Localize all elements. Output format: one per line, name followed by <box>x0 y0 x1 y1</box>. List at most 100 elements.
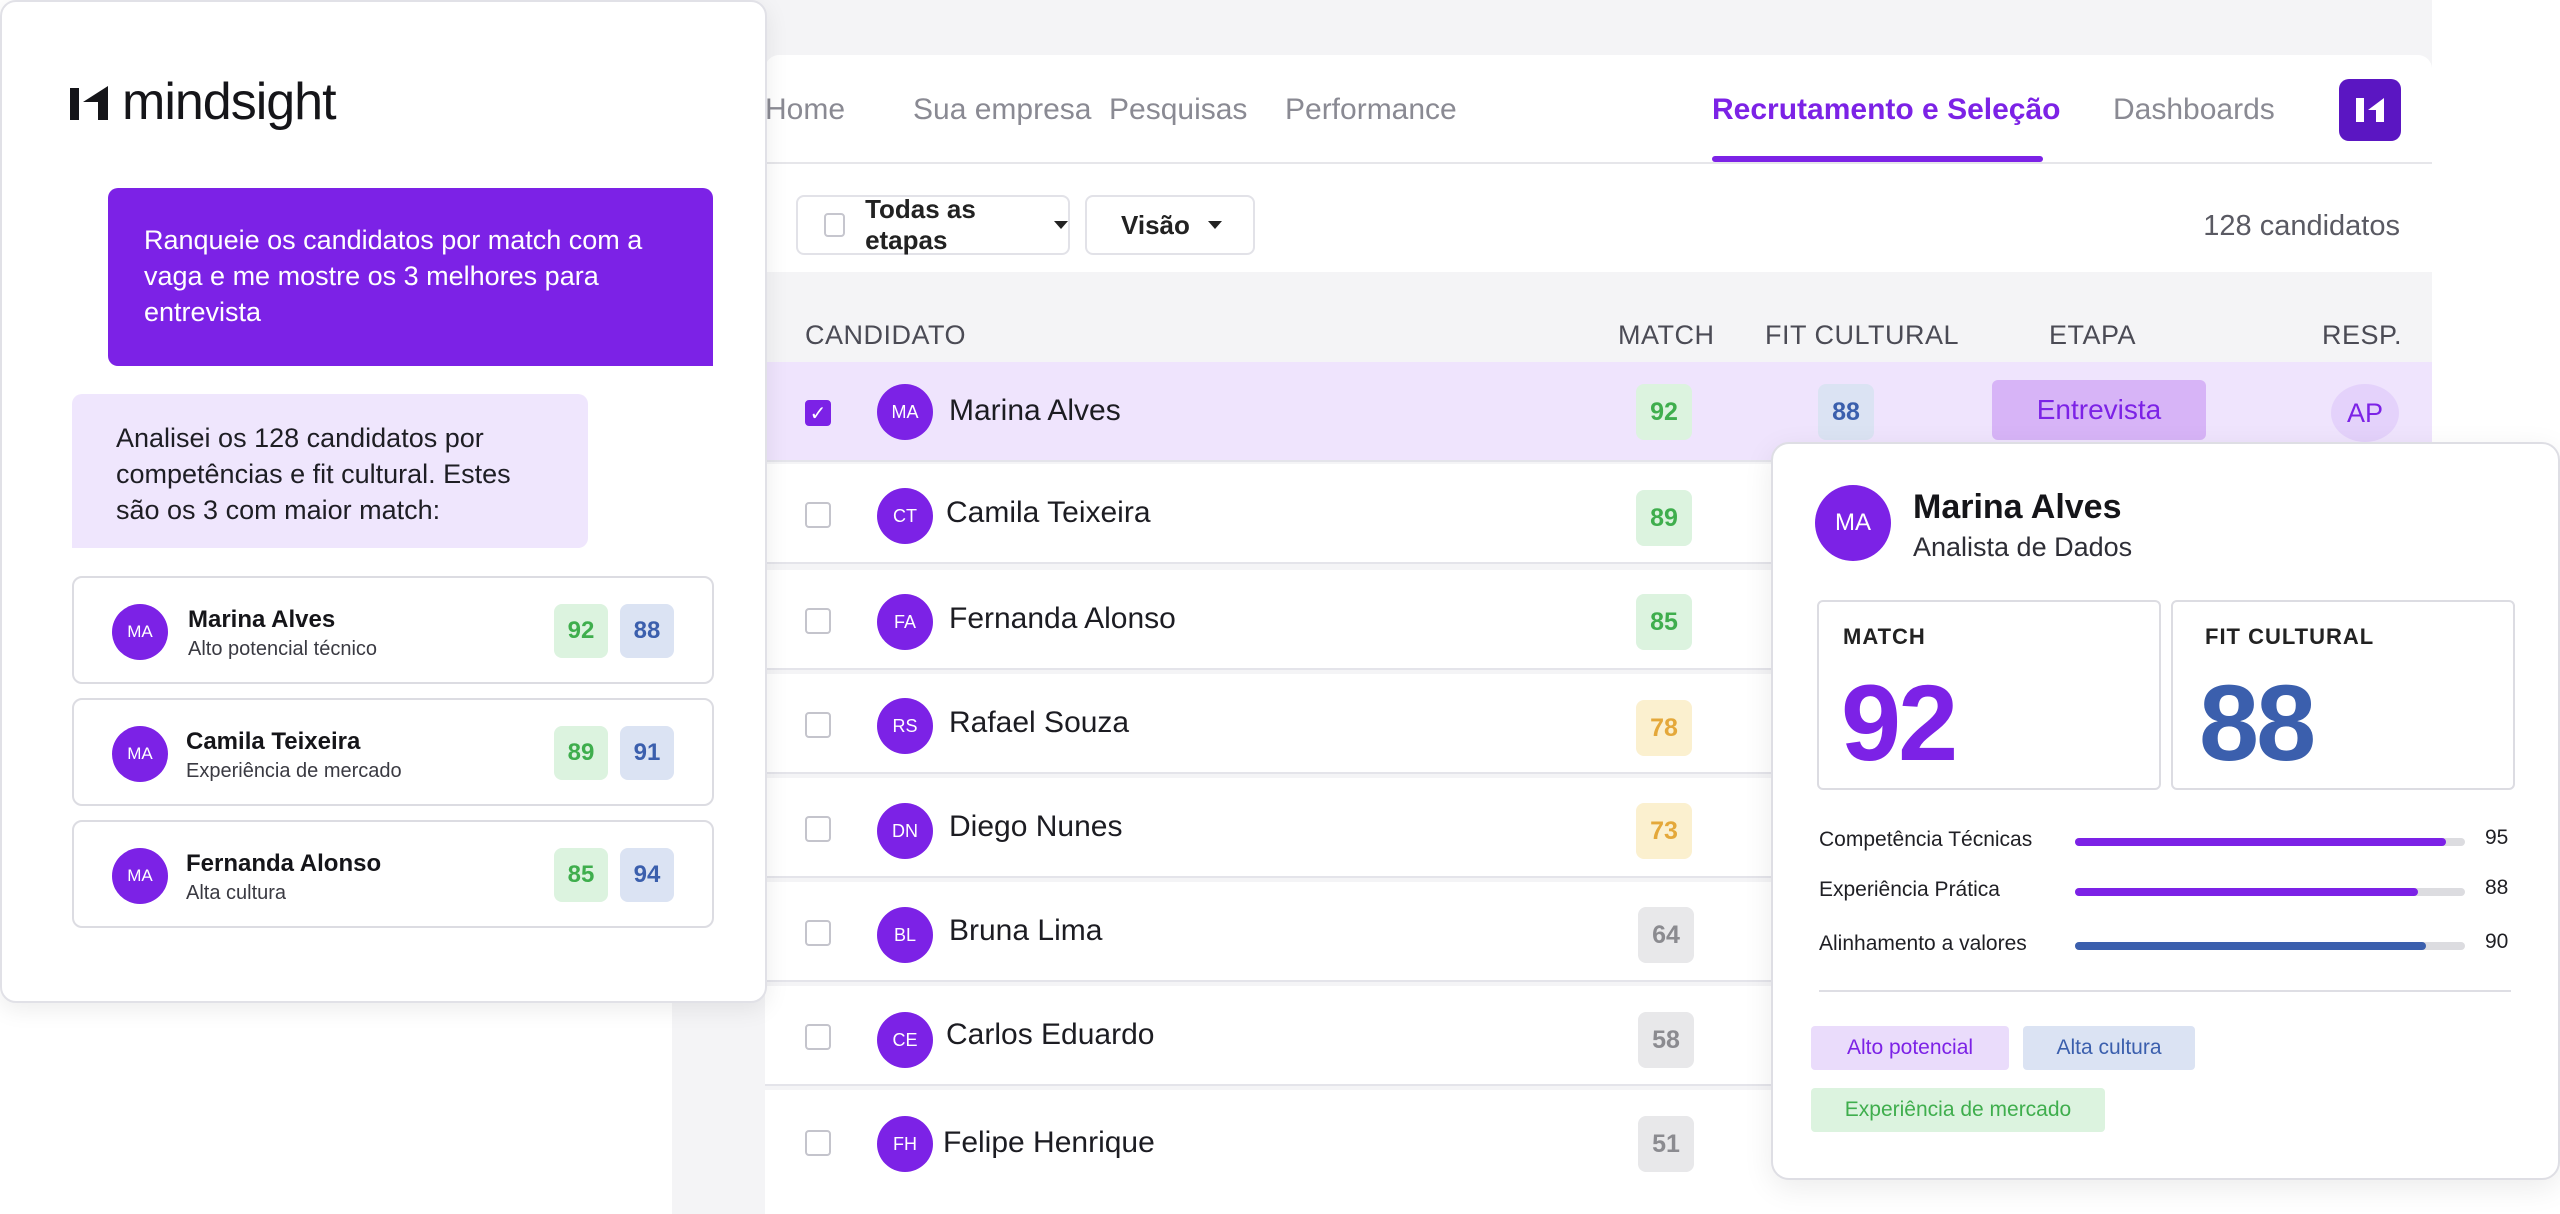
card-subtitle: Experiência de mercado <box>186 760 402 782</box>
stage-filter-dropdown[interactable]: Todas as etapas <box>796 194 1070 255</box>
bar-row: Competência Técnicas 95 <box>1819 826 2539 856</box>
match-metric-card: MATCH 92 <box>1817 600 2161 790</box>
card-subtitle: Alta cultura <box>186 882 287 904</box>
bar-label: Alinhamento a valores <box>1819 932 2027 955</box>
bar-value: 90 <box>2485 930 2509 953</box>
match-score: 92 <box>1636 384 1692 440</box>
fit-score: 94 <box>620 848 674 902</box>
avatar: BL <box>877 907 933 963</box>
brand-name: mindsight <box>122 73 337 131</box>
column-header-match[interactable]: MATCH <box>1618 320 1715 351</box>
avatar: CE <box>877 1012 933 1068</box>
bar-track <box>2075 888 2465 896</box>
view-dropdown[interactable]: Visão <box>1085 195 1255 255</box>
card-candidate-name: Marina Alves <box>188 606 336 633</box>
column-header-candidato[interactable]: CANDIDATO <box>805 320 966 351</box>
avatar: MA <box>112 604 168 660</box>
stage: Home Sua empresa Pesquisas Performance R… <box>0 0 2560 1214</box>
top-navigation: Home Sua empresa Pesquisas Performance R… <box>765 55 2432 164</box>
chevron-down-icon <box>1054 221 1068 229</box>
avatar: RS <box>877 698 933 754</box>
avatar: FA <box>877 594 933 650</box>
ai-assistant-panel: mindsight Ranqueie os candidatos por mat… <box>0 0 767 1003</box>
row-checkbox[interactable] <box>805 816 831 842</box>
detail-candidate-name: Marina Alves <box>1913 488 2122 526</box>
active-tab-indicator <box>1712 156 2043 162</box>
avatar: MA <box>1815 485 1891 561</box>
tag-alta-cultura: Alta cultura <box>2023 1026 2195 1070</box>
candidate-count: 128 candidatos <box>2203 210 2400 242</box>
select-all-checkbox[interactable] <box>824 213 846 237</box>
nav-performance[interactable]: Performance <box>1285 93 1457 127</box>
avatar: DN <box>877 803 933 859</box>
candidate-name[interactable]: Carlos Eduardo <box>946 1018 1154 1052</box>
match-score: 85 <box>1636 594 1692 650</box>
avatar: MA <box>112 726 168 782</box>
row-checkbox[interactable] <box>805 502 831 528</box>
card-candidate-name: Camila Teixeira <box>186 728 361 755</box>
bar-track <box>2075 942 2465 950</box>
row-checkbox[interactable] <box>805 1130 831 1156</box>
candidate-name[interactable]: Rafael Souza <box>949 706 1129 740</box>
mindsight-logo-icon <box>70 86 108 120</box>
chevron-down-icon <box>1207 221 1222 229</box>
bar-label: Experiência Prática <box>1819 878 2000 901</box>
match-score: 64 <box>1638 907 1694 963</box>
assistant-message: Analisei os 128 candidatos por competênc… <box>72 394 588 548</box>
row-checkbox[interactable]: ✓ <box>805 400 831 426</box>
column-header-fit-cultural[interactable]: FIT CULTURAL <box>1765 320 1959 351</box>
nav-sua-empresa[interactable]: Sua empresa <box>913 93 1091 127</box>
row-checkbox[interactable] <box>805 608 831 634</box>
candidate-name[interactable]: Camila Teixeira <box>946 496 1151 530</box>
bar-fill <box>2075 838 2446 846</box>
row-checkbox[interactable] <box>805 712 831 738</box>
tag-alto-potencial: Alto potencial <box>1811 1026 2009 1070</box>
table-header: CANDIDATO MATCH FIT CULTURAL ETAPA RESP. <box>765 300 2432 360</box>
fit-score: 91 <box>620 726 674 780</box>
candidate-name[interactable]: Marina Alves <box>949 394 1121 428</box>
nav-dashboards[interactable]: Dashboards <box>2113 93 2275 127</box>
match-score: 58 <box>1638 1012 1694 1068</box>
candidate-detail-popover: MA Marina Alves Analista de Dados MATCH … <box>1771 442 2560 1180</box>
candidate-card[interactable]: MA Camila Teixeira Experiência de mercad… <box>72 698 714 806</box>
bar-value: 95 <box>2485 826 2509 849</box>
fit-score: 88 <box>1818 384 1874 440</box>
mindsight-logo-icon <box>2356 98 2384 122</box>
card-candidate-name: Fernanda Alonso <box>186 850 382 877</box>
candidate-name[interactable]: Fernanda Alonso <box>949 602 1176 636</box>
match-metric-label: MATCH <box>1843 624 1926 649</box>
avatar: CT <box>877 488 933 544</box>
match-score: 73 <box>1636 803 1692 859</box>
brand-logo: mindsight <box>70 72 337 132</box>
responsible-avatar[interactable]: AP <box>2331 384 2399 442</box>
divider <box>1819 990 2511 992</box>
fit-metric-card: FIT CULTURAL 88 <box>2171 600 2515 790</box>
candidate-card[interactable]: MA Fernanda Alonso Alta cultura 85 94 <box>72 820 714 928</box>
row-checkbox[interactable] <box>805 1024 831 1050</box>
candidate-name[interactable]: Felipe Henrique <box>943 1126 1155 1160</box>
bar-track <box>2075 838 2465 846</box>
nav-home[interactable]: Home <box>765 93 845 127</box>
candidate-card[interactable]: MA Marina Alves Alto potencial técnico 9… <box>72 576 714 684</box>
column-header-etapa[interactable]: ETAPA <box>2049 320 2136 351</box>
fit-score: 88 <box>620 604 674 658</box>
view-label: Visão <box>1121 209 1190 240</box>
stage-filter-label: Todas as etapas <box>865 194 976 255</box>
row-checkbox[interactable] <box>805 920 831 946</box>
candidate-name[interactable]: Diego Nunes <box>949 810 1122 844</box>
column-header-resp[interactable]: RESP. <box>2322 320 2402 351</box>
bar-label: Competência Técnicas <box>1819 828 2033 851</box>
bar-fill <box>2075 888 2419 896</box>
nav-pesquisas[interactable]: Pesquisas <box>1109 93 1247 127</box>
stage-badge[interactable]: Entrevista <box>1992 380 2206 440</box>
card-subtitle: Alto potencial técnico <box>188 638 378 660</box>
nav-recrutamento-selecao[interactable]: Recrutamento e Seleção <box>1712 93 2060 127</box>
avatar: MA <box>877 384 933 440</box>
fit-metric-value: 88 <box>2199 662 2316 783</box>
candidate-name[interactable]: Bruna Lima <box>949 914 1102 948</box>
match-score: 89 <box>1636 490 1692 546</box>
user-message: Ranqueie os candidatos por match com a v… <box>108 188 713 366</box>
mindsight-app-icon[interactable] <box>2339 79 2401 141</box>
tag-experiencia-mercado: Experiência de mercado <box>1811 1088 2105 1132</box>
detail-candidate-role: Analista de Dados <box>1913 532 2133 562</box>
